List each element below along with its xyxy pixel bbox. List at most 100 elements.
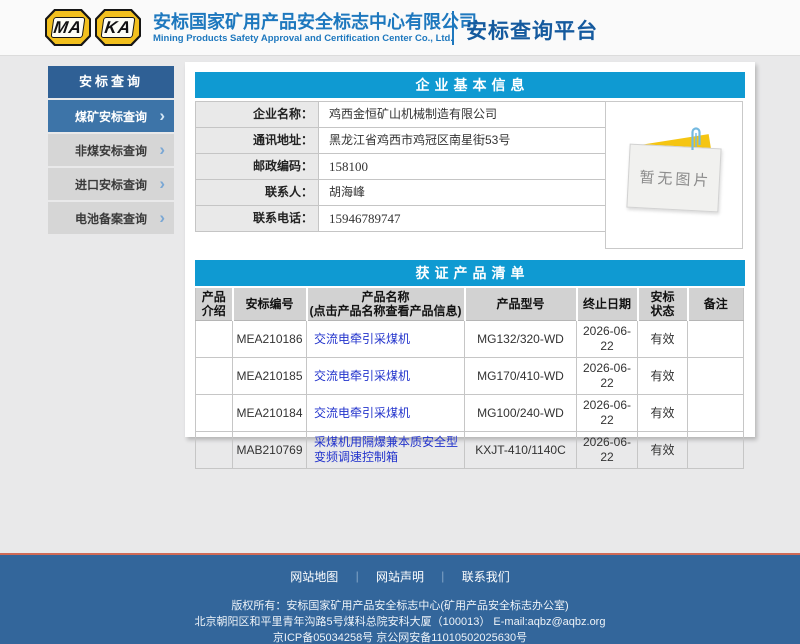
header-divider [452,11,454,45]
cell-intro [196,321,233,358]
products-header-row: 产品 介绍 安标编号 产品名称 (点击产品名称查看产品信息) 产品型号 [196,288,744,321]
no-image-text: 暂无图片 [636,166,712,191]
info-label: 企业名称： [195,102,319,127]
col-label: 产品名称 [309,290,463,304]
cell-remark [688,432,744,469]
footer-link-separator: ｜ [352,572,363,584]
cell-code: MEA210184 [233,395,307,432]
cell-model: MG100/240-WD [465,395,577,432]
cell-intro [196,358,233,395]
content-panel: 企业基本信息 企业名称： 鸡西金恒矿山机械制造有限公司 通讯地址： 黑龙江省鸡西… [185,62,755,437]
product-name-link[interactable]: 交流电牵引采煤机 [314,369,410,383]
product-name-link[interactable]: 交流电牵引采煤机 [314,406,410,420]
cell-status: 有效 [638,395,688,432]
info-label: 联系电话： [195,206,319,231]
sidebar-item-import-query[interactable]: 进口安标查询 › [48,168,174,200]
chevron-right-icon: › [159,107,165,124]
cell-name: 交流电牵引采煤机 [307,395,465,432]
info-value: 鸡西金恒矿山机械制造有限公司 [319,102,611,127]
products-table: 产品 介绍 安标编号 产品名称 (点击产品名称查看产品信息) 产品型号 [195,288,744,469]
info-label: 联系人： [195,180,319,205]
sidebar-item-label: 煤矿安标查询 [75,108,147,125]
cell-remark [688,358,744,395]
sidebar-title: 安标查询 [48,66,174,98]
no-image-placeholder: 暂无图片 [605,101,743,249]
logo-ma-badge: MA [45,9,91,46]
footer-links: 网站地图 ｜ 网站声明 ｜ 联系我们 [0,555,800,585]
cell-code: MAB210769 [233,432,307,469]
cell-end-date: 2026-06-22 [577,358,638,395]
cell-status: 有效 [638,358,688,395]
section-header-products: 获证产品清单 [195,260,745,286]
copyright-line: 版权所有：安标国家矿用产品安全标志中心(矿用产品安全标志办公室) [0,598,800,614]
col-label: 状态 [640,304,686,318]
sidebar-item-label: 电池备案查询 [75,210,147,227]
cell-name: 交流电牵引采煤机 [307,358,465,395]
cell-remark [688,321,744,358]
org-name-cn: 安标国家矿用产品安全标志中心有限公司 [153,8,453,34]
chevron-right-icon: › [159,175,165,192]
info-value: 15946789747 [319,206,611,231]
cell-name: 采煤机用隔爆兼本质安全型变频调速控制箱 [307,432,465,469]
cell-model: KXJT-410/1140C [465,432,577,469]
logo-ka-badge: KA [95,9,141,46]
logo-ma-panel: MA [51,17,86,38]
col-label: 产品型号 [467,297,575,311]
logo-ka-panel: KA [101,17,136,38]
info-label: 邮政编码： [195,154,319,179]
cell-status: 有效 [638,432,688,469]
col-label: 安标 [640,290,686,304]
footer-link-statement[interactable]: 网站声明 [376,570,424,584]
cell-end-date: 2026-06-22 [577,321,638,358]
footer-link-contact[interactable]: 联系我们 [462,570,510,584]
col-mark-status: 安标 状态 [638,288,688,321]
info-value: 黑龙江省鸡西市鸡冠区南星街53号 [319,128,611,153]
footer-copyright-block: 版权所有：安标国家矿用产品安全标志中心(矿用产品安全标志办公室) 北京朝阳区和平… [0,598,800,644]
col-label: 产品 [197,290,231,304]
footer-link-separator: ｜ [437,572,448,584]
info-row-postcode: 邮政编码： 158100 [195,154,611,180]
maka-logo[interactable]: MA KA [45,9,141,46]
sidebar-item-label: 进口安标查询 [75,176,147,193]
info-row-address: 通讯地址： 黑龙江省鸡西市鸡冠区南星街53号 [195,128,611,154]
cell-status: 有效 [638,321,688,358]
logo-ma-text: MA [52,18,83,38]
address-line: 北京朝阳区和平里青年沟路5号煤科总院安科大厦（100013） E-mail:aq… [0,614,800,630]
org-name-en: Mining Products Safety Approval and Cert… [153,33,453,44]
icp-line: 京ICP备05034258号 京公网安备11010502025630号 [0,630,800,644]
product-name-link[interactable]: 交流电牵引采煤机 [314,332,410,346]
cell-model: MG170/410-WD [465,358,577,395]
cell-code: MEA210186 [233,321,307,358]
product-row: MEA210184 交流电牵引采煤机 MG100/240-WD 2026-06-… [196,395,744,432]
info-row-company-name: 企业名称： 鸡西金恒矿山机械制造有限公司 [195,102,611,128]
sidebar-item-battery-query[interactable]: 电池备案查询 › [48,202,174,234]
page: MA KA 安标国家矿用产品安全标志中心有限公司 Mining Products… [0,0,800,644]
footer-link-sitemap[interactable]: 网站地图 [290,570,338,584]
chevron-right-icon: › [159,141,165,158]
chevron-right-icon: › [159,209,165,226]
product-name-link[interactable]: 采煤机用隔爆兼本质安全型变频调速控制箱 [314,435,458,464]
cell-intro [196,432,233,469]
cell-intro [196,395,233,432]
product-row: MEA210186 交流电牵引采煤机 MG132/320-WD 2026-06-… [196,321,744,358]
sidebar-item-noncoal-query[interactable]: 非煤安标查询 › [48,134,174,166]
footer: 网站地图 ｜ 网站声明 ｜ 联系我们 版权所有：安标国家矿用产品安全标志中心(矿… [0,555,800,644]
paperclip-icon [688,124,704,152]
col-end-date: 终止日期 [577,288,638,321]
col-label: 安标编号 [235,297,305,311]
col-label: (点击产品名称查看产品信息) [309,304,463,318]
sidebar-item-label: 非煤安标查询 [75,142,147,159]
info-label: 通讯地址： [195,128,319,153]
sidebar-item-coal-query[interactable]: 煤矿安标查询 › [48,100,174,132]
col-label: 终止日期 [579,297,636,311]
col-mark-number: 安标编号 [233,288,307,321]
cell-remark [688,395,744,432]
app-header: MA KA 安标国家矿用产品安全标志中心有限公司 Mining Products… [0,0,800,56]
col-label: 备注 [690,297,743,311]
col-product-intro: 产品 介绍 [196,288,233,321]
platform-title: 安标查询平台 [466,15,598,45]
col-label: 介绍 [197,304,231,318]
info-value: 158100 [319,154,611,179]
cell-name: 交流电牵引采煤机 [307,321,465,358]
col-product-model: 产品型号 [465,288,577,321]
